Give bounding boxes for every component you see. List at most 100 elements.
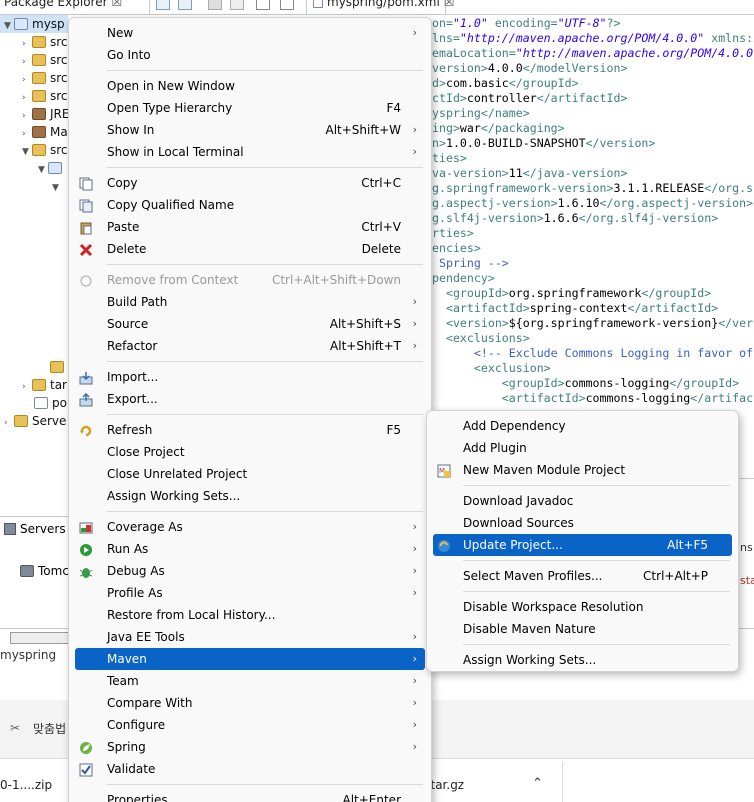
tree-item[interactable]: › tar bbox=[22, 376, 67, 394]
tree-item[interactable]: › src bbox=[22, 51, 68, 69]
menu-item-compare-with[interactable]: Compare With › bbox=[75, 692, 425, 714]
code-token: war bbox=[459, 121, 481, 135]
minimize-icon[interactable] bbox=[256, 0, 270, 10]
spellcheck-label[interactable]: 맞춤법 bbox=[33, 720, 66, 737]
tree-item[interactable]: › JRE bbox=[22, 105, 69, 123]
menu-item-new-maven-module-project[interactable]: M New Maven Module Project bbox=[433, 459, 732, 481]
collapse-all-icon[interactable] bbox=[156, 0, 170, 10]
menu-item-new[interactable]: New › bbox=[75, 22, 425, 44]
code-token: </org.aspectj-version> bbox=[599, 196, 754, 210]
maximize-icon[interactable] bbox=[280, 0, 294, 10]
code-token: ctId> bbox=[432, 91, 467, 105]
tree-item[interactable]: › Ma bbox=[22, 123, 68, 141]
servers-tab[interactable]: Servers bbox=[0, 516, 70, 540]
tree-item[interactable]: › src bbox=[22, 87, 68, 105]
menu-item-delete[interactable]: Delete Delete bbox=[75, 238, 425, 260]
menu-item-copy-qualified-name[interactable]: Copy Qualified Name bbox=[75, 194, 425, 216]
tree-item[interactable]: › src bbox=[22, 33, 68, 51]
menu-item-download-sources[interactable]: Download Sources bbox=[433, 512, 732, 534]
tree-item[interactable]: › src bbox=[22, 69, 68, 87]
package-explorer-tab[interactable]: Package Explorer ☒ bbox=[0, 0, 150, 14]
code-token: ties> bbox=[432, 151, 467, 165]
chevron-right-icon[interactable]: › bbox=[4, 414, 14, 432]
menu-item-label: Disable Maven Nature bbox=[463, 622, 596, 636]
menu-item-source[interactable]: Source Alt+Shift+S › bbox=[75, 313, 425, 335]
menu-item-close-unrelated-project[interactable]: Close Unrelated Project bbox=[75, 463, 425, 485]
menu-item-restore-from-local-history[interactable]: Restore from Local History... bbox=[75, 604, 425, 626]
menu-item-import[interactable]: Import... bbox=[75, 366, 425, 388]
focus-icon[interactable] bbox=[208, 0, 222, 10]
tree-project-row[interactable]: ▼ mysp bbox=[0, 15, 68, 33]
menu-item-run-as[interactable]: Run As › bbox=[75, 538, 425, 560]
download-item[interactable]: 0-1....zip bbox=[0, 778, 52, 792]
chevron-right-icon: › bbox=[412, 317, 417, 330]
tree-item[interactable]: ▼ bbox=[52, 177, 62, 195]
right-panel-tab[interactable]: ns bbox=[740, 541, 753, 554]
menu-item-disable-workspace-resolution[interactable]: Disable Workspace Resolution bbox=[433, 596, 732, 618]
code-token: </versi bbox=[718, 316, 754, 330]
menu-item-show-in[interactable]: Show In Alt+Shift+W › bbox=[75, 119, 425, 141]
menu-item-assign-working-sets[interactable]: Assign Working Sets... bbox=[433, 649, 732, 671]
menu-item-label: Spring bbox=[107, 740, 146, 754]
link-with-editor-icon[interactable] bbox=[178, 0, 192, 10]
chevron-right-icon: › bbox=[412, 564, 417, 577]
menu-item-add-plugin[interactable]: Add Plugin bbox=[433, 437, 732, 459]
menu-item-refresh[interactable]: Refresh F5 bbox=[75, 419, 425, 441]
code-line: ties> bbox=[432, 151, 754, 166]
menu-item-show-in-local-terminal[interactable]: Show in Local Terminal › bbox=[75, 141, 425, 163]
code-token: com.basic bbox=[445, 76, 509, 90]
menu-item-download-javadoc[interactable]: Download Javadoc bbox=[433, 490, 732, 512]
chevron-down-icon[interactable]: ▼ bbox=[4, 17, 14, 35]
pom-xml-editor[interactable]: on="1.0" encoding="UTF-8"?> lns="http://m… bbox=[432, 16, 754, 406]
chevron-down-icon[interactable]: ▼ bbox=[52, 179, 62, 197]
menu-item-label: Close Project bbox=[107, 445, 185, 459]
chevron-down-icon[interactable]: ▼ bbox=[38, 161, 48, 179]
menu-item-close-project[interactable]: Close Project bbox=[75, 441, 425, 463]
menu-item-maven[interactable]: Maven › bbox=[75, 648, 425, 670]
menu-item-go-into[interactable]: Go Into bbox=[75, 44, 425, 66]
menu-item-label: Disable Workspace Resolution bbox=[463, 600, 644, 614]
chevron-right-icon[interactable]: › bbox=[22, 378, 32, 396]
menu-item-add-dependency[interactable]: Add Dependency bbox=[433, 415, 732, 437]
right-panel-status: sta bbox=[740, 574, 754, 587]
menu-item-configure[interactable]: Configure › bbox=[75, 714, 425, 736]
menu-item-open-type-hierarchy[interactable]: Open Type Hierarchy F4 bbox=[75, 97, 425, 119]
menu-item-select-maven-profiles[interactable]: Select Maven Profiles... Ctrl+Alt+P bbox=[433, 565, 732, 587]
validate-checkbox-icon bbox=[79, 762, 93, 777]
menu-item-copy[interactable]: Copy Ctrl+C bbox=[75, 172, 425, 194]
view-menu-icon[interactable] bbox=[230, 0, 244, 10]
tree-item[interactable]: po bbox=[34, 394, 67, 412]
chevron-right-icon: › bbox=[412, 630, 417, 643]
menu-item-java-ee-tools[interactable]: Java EE Tools › bbox=[75, 626, 425, 648]
menu-item-profile-as[interactable]: Profile As › bbox=[75, 582, 425, 604]
menu-item-coverage-as[interactable]: Coverage As › bbox=[75, 516, 425, 538]
menu-item-paste[interactable]: Paste Ctrl+V bbox=[75, 216, 425, 238]
tree-item[interactable]: › Serve bbox=[4, 412, 66, 430]
chevron-up-icon[interactable]: ⌃ bbox=[532, 776, 543, 791]
editor-tab[interactable]: myspring/pom.xml ☒ bbox=[306, 0, 455, 14]
menu-item-refactor[interactable]: Refactor Alt+Shift+T › bbox=[75, 335, 425, 357]
tree-item[interactable]: ▼ src bbox=[22, 141, 68, 159]
menu-item-disable-maven-nature[interactable]: Disable Maven Nature bbox=[433, 618, 732, 640]
package-explorer-label: Package Explorer bbox=[4, 0, 108, 9]
menu-item-properties[interactable]: Properties Alt+Enter bbox=[75, 789, 425, 802]
tree-item[interactable]: ▼ bbox=[38, 159, 66, 177]
tree-item[interactable] bbox=[50, 358, 68, 376]
menu-item-update-project[interactable]: Update Project... Alt+F5 bbox=[433, 534, 732, 556]
menu-item-build-path[interactable]: Build Path › bbox=[75, 291, 425, 313]
menu-item-assign-working-sets[interactable]: Assign Working Sets... bbox=[75, 485, 425, 507]
menu-item-export[interactable]: Export... bbox=[75, 388, 425, 410]
chevron-right-icon: › bbox=[412, 520, 417, 533]
code-line: version>4.0.0</modelVersion> bbox=[432, 61, 754, 76]
close-icon[interactable]: ☒ bbox=[444, 0, 455, 9]
folder-icon bbox=[50, 361, 64, 373]
menu-item-open-in-new-window[interactable]: Open in New Window bbox=[75, 75, 425, 97]
menu-item-validate[interactable]: Validate bbox=[75, 758, 425, 780]
server-row[interactable]: Tomc bbox=[20, 562, 69, 580]
menu-item-spring[interactable]: Spring › bbox=[75, 736, 425, 758]
chevron-down-icon[interactable]: ▼ bbox=[22, 143, 32, 161]
menu-item-label: Go Into bbox=[107, 48, 151, 62]
close-icon[interactable]: ☒ bbox=[112, 0, 123, 9]
menu-item-team[interactable]: Team › bbox=[75, 670, 425, 692]
menu-item-debug-as[interactable]: Debug As › bbox=[75, 560, 425, 582]
